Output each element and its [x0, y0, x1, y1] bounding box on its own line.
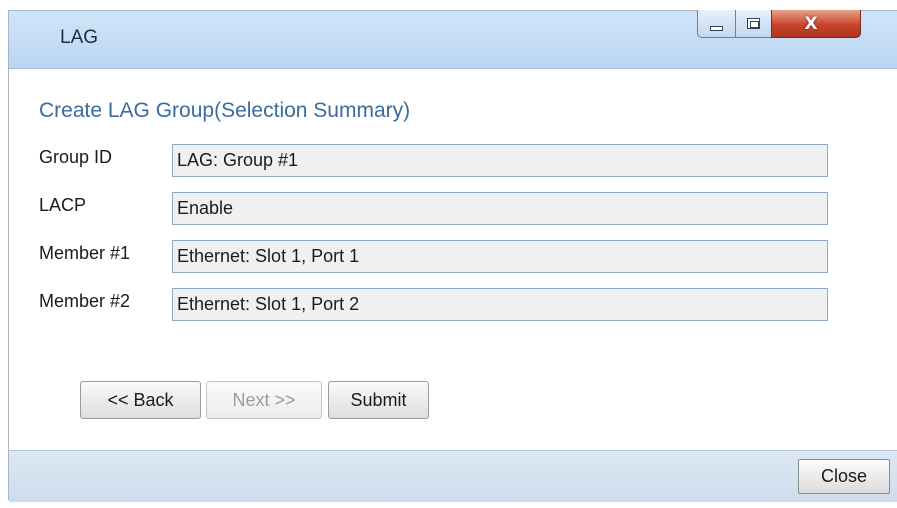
back-button[interactable]: << Back	[80, 381, 201, 419]
member-2-label: Member #2	[39, 291, 131, 311]
lag-dialog: LAG X Create LAG Group(Selection Summary…	[8, 10, 897, 502]
maximize-button[interactable]	[735, 10, 771, 38]
member-1-label: Member #1	[39, 243, 131, 263]
next-button[interactable]: Next >>	[206, 381, 322, 419]
close-button[interactable]: Close	[798, 459, 890, 494]
page-title: Create LAG Group(Selection Summary)	[39, 99, 411, 122]
window-controls: X	[697, 10, 861, 40]
dialog-footer: Close	[9, 450, 897, 502]
member-2-field[interactable]: Ethernet: Slot 1, Port 2	[172, 288, 828, 321]
submit-button[interactable]: Submit	[328, 381, 429, 419]
close-icon: X	[804, 13, 818, 34]
group-id-label: Group ID	[39, 147, 113, 167]
group-id-field[interactable]: LAG: Group #1	[172, 144, 828, 177]
dialog-content: Create LAG Group(Selection Summary) Grou…	[9, 69, 897, 450]
lacp-field[interactable]: Enable	[172, 192, 828, 225]
member-1-field[interactable]: Ethernet: Slot 1, Port 1	[172, 240, 828, 273]
minimize-icon	[710, 25, 723, 31]
maximize-icon	[747, 18, 760, 29]
lacp-label: LACP	[39, 195, 87, 215]
minimize-button[interactable]	[697, 10, 735, 38]
title-bar[interactable]: LAG X	[9, 10, 897, 69]
close-window-button[interactable]: X	[771, 10, 861, 38]
window-title: LAG	[60, 27, 99, 48]
